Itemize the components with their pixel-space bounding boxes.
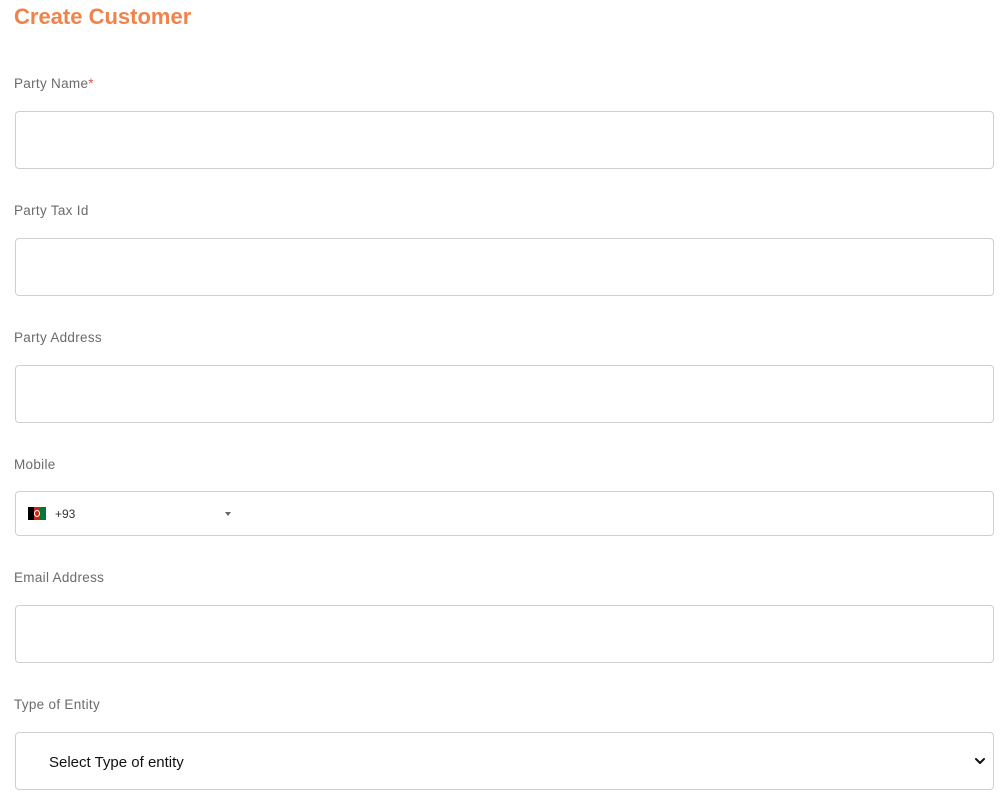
mobile-field: +93	[15, 491, 994, 536]
page-title: Create Customer	[14, 4, 192, 29]
party-name-input[interactable]	[15, 111, 994, 169]
mobile-label: Mobile	[14, 457, 56, 472]
party-tax-id-input[interactable]	[15, 238, 994, 296]
country-code-dropdown[interactable]: +93	[28, 492, 248, 535]
mobile-number-input[interactable]	[251, 492, 991, 535]
party-name-label-text: Party Name	[14, 76, 89, 91]
party-address-label: Party Address	[14, 330, 102, 345]
email-input[interactable]	[15, 605, 994, 663]
party-name-label: Party Name*	[14, 76, 94, 92]
party-tax-id-label: Party Tax Id	[14, 203, 89, 218]
required-asterisk: *	[88, 76, 94, 91]
afghanistan-flag-icon	[28, 507, 46, 520]
email-label: Email Address	[14, 570, 105, 585]
entity-type-label: Type of Entity	[14, 697, 100, 712]
entity-type-select[interactable]: Select Type of entity	[15, 732, 994, 790]
dial-code: +93	[55, 506, 76, 521]
entity-type-selected-value: Select Type of entity	[49, 754, 184, 771]
party-address-input[interactable]	[15, 365, 994, 423]
caret-down-icon[interactable]	[225, 512, 231, 516]
chevron-down-icon	[975, 758, 985, 764]
